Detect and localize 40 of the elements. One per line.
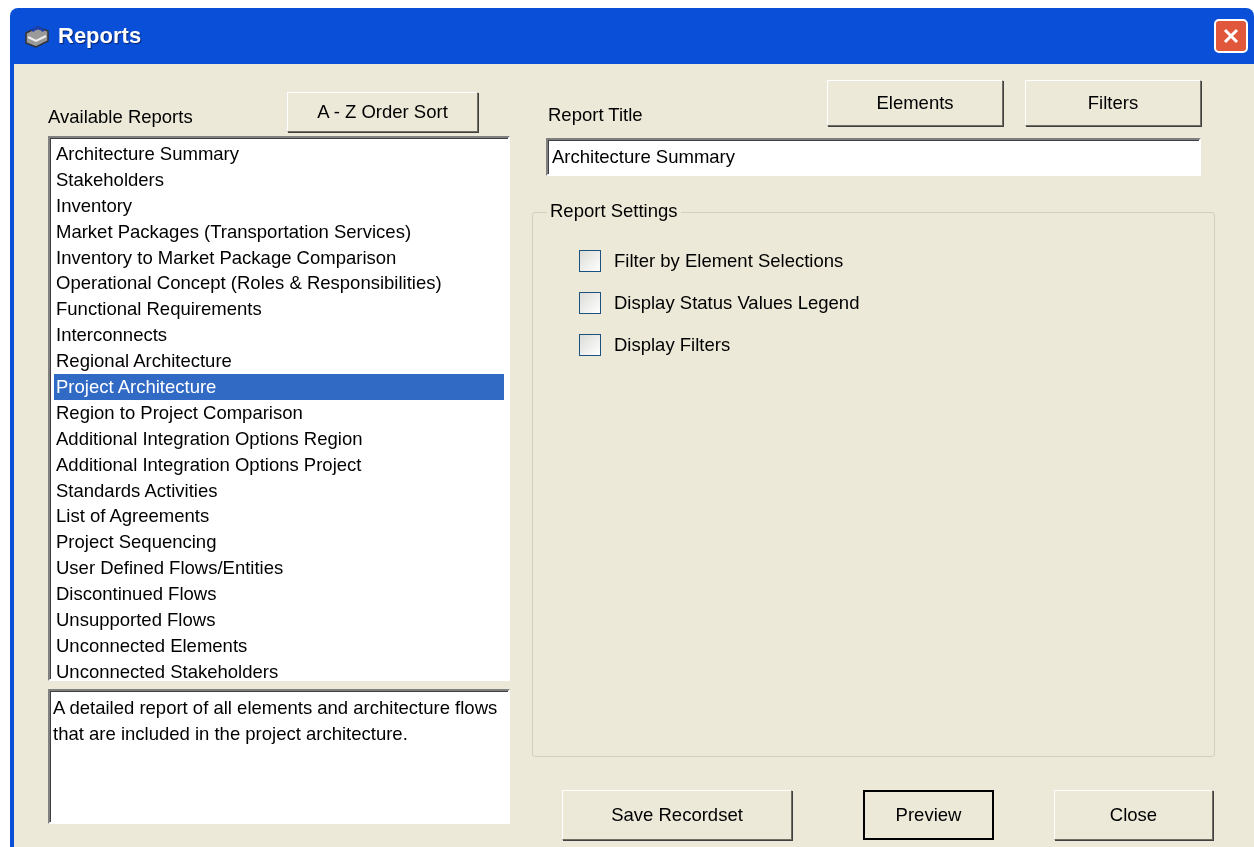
report-list-item[interactable]: Functional Requirements — [54, 296, 504, 323]
checkbox-label: Display Filters — [614, 334, 731, 356]
report-list-item[interactable]: User Defined Flows/Entities — [54, 555, 504, 582]
list-label: Available Reports — [48, 106, 193, 129]
report-list-item[interactable]: Standards Activities — [54, 477, 504, 504]
report-list-item[interactable]: Additional Integration Options Region — [54, 425, 504, 452]
report-list-item[interactable]: Architecture Summary — [54, 141, 504, 167]
report-list-item[interactable]: Project Architecture — [54, 374, 504, 400]
checkbox[interactable] — [579, 292, 601, 314]
dialog-button[interactable]: Close — [1054, 790, 1213, 840]
report-list-item[interactable]: List of Agreements — [54, 503, 504, 530]
checkbox-label: Filter by Element Selections — [614, 250, 844, 272]
close-icon[interactable] — [1214, 19, 1248, 53]
report-list-item[interactable]: Stakeholders — [54, 166, 504, 193]
report-list-item[interactable]: Additional Integration Options Project — [54, 451, 504, 478]
report-list-item[interactable]: Project Sequencing — [54, 529, 504, 556]
dialog-button[interactable]: Filters — [1025, 80, 1201, 126]
description-text: A detailed report of all elements and architecture flows that are included in the project architecture. — [48, 689, 510, 824]
report-list-item[interactable]: Market Packages (Transportation Services) — [54, 218, 504, 245]
checkbox[interactable] — [579, 334, 601, 356]
window-title: Reports — [58, 23, 142, 49]
report-list-item[interactable]: Region to Project Comparison — [54, 399, 504, 426]
sort-button[interactable]: A - Z Order Sort — [287, 92, 478, 132]
title-field[interactable]: Architecture Summary — [546, 138, 1201, 176]
report-list-item[interactable]: Operational Concept (Roles & Responsibilities) — [54, 270, 504, 297]
report-list-item[interactable]: Interconnects — [54, 322, 504, 349]
dialog-button[interactable]: Preview — [863, 790, 994, 840]
checkbox[interactable] — [579, 250, 601, 272]
report-list-item[interactable]: Regional Architecture — [54, 348, 504, 374]
checkbox-label: Display Status Values Legend — [614, 292, 860, 314]
printer-icon — [22, 23, 52, 49]
report-list-item[interactable]: Unsupported Flows — [54, 607, 504, 633]
field-label: Report Title — [548, 104, 644, 127]
report-list-item[interactable]: Inventory to Market Package Comparison — [54, 244, 504, 271]
dialog-button[interactable]: Elements — [827, 80, 1003, 126]
report-list-item[interactable]: Unconnected Elements — [54, 632, 504, 659]
report-list-item[interactable]: Unconnected Stakeholders — [54, 658, 504, 685]
dialog-button[interactable]: Save Recordset — [562, 790, 792, 840]
report-list-item[interactable]: Discontinued Flows — [54, 581, 504, 608]
report-list-item[interactable]: Inventory — [54, 192, 504, 219]
